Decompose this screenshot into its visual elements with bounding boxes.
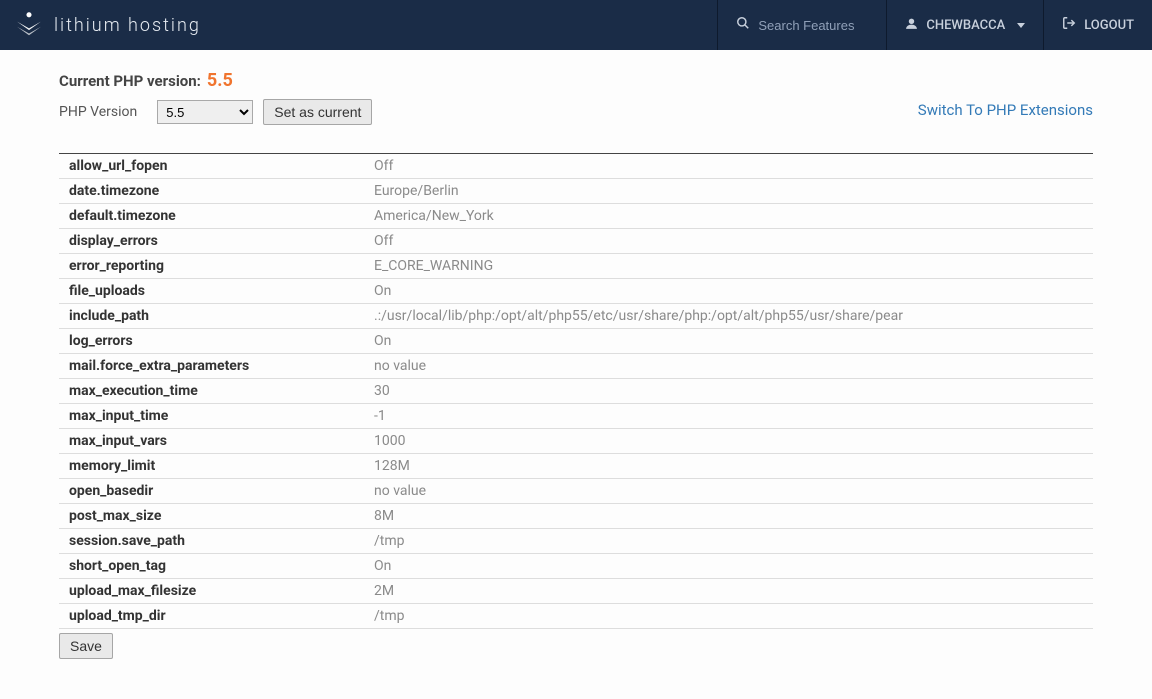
- table-row: log_errorsOn: [59, 329, 1093, 354]
- logout-label: LOGOUT: [1084, 18, 1134, 33]
- user-name: CHEWBACCA: [926, 18, 1005, 33]
- setting-value[interactable]: Off: [364, 154, 1093, 179]
- table-row: max_execution_time30: [59, 379, 1093, 404]
- table-row: memory_limit128M: [59, 454, 1093, 479]
- brand[interactable]: lithium hosting: [0, 8, 213, 42]
- setting-value[interactable]: /tmp: [364, 529, 1093, 554]
- user-icon: [905, 17, 918, 34]
- current-version-value: 5.5: [207, 70, 233, 91]
- setting-key: open_basedir: [59, 479, 364, 504]
- save-button[interactable]: Save: [59, 633, 113, 659]
- table-row: date.timezoneEurope/Berlin: [59, 179, 1093, 204]
- chevron-down-icon: [1017, 23, 1025, 28]
- setting-key: error_reporting: [59, 254, 364, 279]
- setting-value[interactable]: 8M: [364, 504, 1093, 529]
- topbar: lithium hosting CHEWBACCA LOGOUT: [0, 0, 1152, 50]
- set-current-button[interactable]: Set as current: [263, 99, 372, 125]
- setting-key: include_path: [59, 304, 364, 329]
- setting-value[interactable]: On: [364, 279, 1093, 304]
- setting-value[interactable]: no value: [364, 479, 1093, 504]
- setting-value[interactable]: 1000: [364, 429, 1093, 454]
- table-row: display_errorsOff: [59, 229, 1093, 254]
- table-row: file_uploadsOn: [59, 279, 1093, 304]
- setting-value[interactable]: On: [364, 554, 1093, 579]
- current-version-row: Current PHP version: 5.5: [59, 70, 1093, 91]
- table-row: upload_max_filesize2M: [59, 579, 1093, 604]
- table-row: default.timezoneAmerica/New_York: [59, 204, 1093, 229]
- setting-value[interactable]: no value: [364, 354, 1093, 379]
- table-row: max_input_time-1: [59, 404, 1093, 429]
- user-menu[interactable]: CHEWBACCA: [886, 0, 1043, 50]
- setting-value[interactable]: E_CORE_WARNING: [364, 254, 1093, 279]
- setting-value[interactable]: .:/usr/local/lib/php:/opt/alt/php55/etc/…: [364, 304, 1093, 329]
- setting-value[interactable]: America/New_York: [364, 204, 1093, 229]
- setting-value[interactable]: /tmp: [364, 604, 1093, 629]
- version-label: PHP Version: [59, 104, 147, 120]
- table-row: short_open_tagOn: [59, 554, 1093, 579]
- logout-icon: [1062, 16, 1076, 34]
- brand-text: lithium hosting: [54, 15, 201, 36]
- setting-key: upload_tmp_dir: [59, 604, 364, 629]
- setting-key: short_open_tag: [59, 554, 364, 579]
- setting-key: session.save_path: [59, 529, 364, 554]
- setting-key: default.timezone: [59, 204, 364, 229]
- setting-key: max_execution_time: [59, 379, 364, 404]
- setting-value[interactable]: Off: [364, 229, 1093, 254]
- search-input[interactable]: [758, 18, 868, 33]
- setting-value[interactable]: 128M: [364, 454, 1093, 479]
- setting-key: mail.force_extra_parameters: [59, 354, 364, 379]
- search-icon: [736, 16, 750, 34]
- table-row: session.save_path/tmp: [59, 529, 1093, 554]
- table-row: mail.force_extra_parametersno value: [59, 354, 1093, 379]
- current-version-label: Current PHP version:: [59, 72, 201, 90]
- logout-button[interactable]: LOGOUT: [1043, 0, 1152, 50]
- setting-key: memory_limit: [59, 454, 364, 479]
- setting-value[interactable]: 30: [364, 379, 1093, 404]
- settings-table: allow_url_fopenOffdate.timezoneEurope/Be…: [59, 153, 1093, 629]
- logo-icon: [12, 8, 46, 42]
- table-row: open_basedirno value: [59, 479, 1093, 504]
- switch-extensions-link[interactable]: Switch To PHP Extensions: [918, 101, 1093, 119]
- table-row: upload_tmp_dir/tmp: [59, 604, 1093, 629]
- setting-key: file_uploads: [59, 279, 364, 304]
- setting-key: upload_max_filesize: [59, 579, 364, 604]
- setting-value[interactable]: Europe/Berlin: [364, 179, 1093, 204]
- table-row: max_input_vars1000: [59, 429, 1093, 454]
- setting-key: log_errors: [59, 329, 364, 354]
- version-select-row: PHP Version 5.5 Set as current Switch To…: [59, 99, 1093, 125]
- setting-key: max_input_time: [59, 404, 364, 429]
- setting-key: display_errors: [59, 229, 364, 254]
- table-row: error_reportingE_CORE_WARNING: [59, 254, 1093, 279]
- setting-value[interactable]: 2M: [364, 579, 1093, 604]
- setting-key: date.timezone: [59, 179, 364, 204]
- setting-key: max_input_vars: [59, 429, 364, 454]
- setting-key: post_max_size: [59, 504, 364, 529]
- setting-key: allow_url_fopen: [59, 154, 364, 179]
- setting-value[interactable]: -1: [364, 404, 1093, 429]
- table-row: include_path.:/usr/local/lib/php:/opt/al…: [59, 304, 1093, 329]
- version-select[interactable]: 5.5: [157, 100, 253, 124]
- setting-value[interactable]: On: [364, 329, 1093, 354]
- main-content: Current PHP version: 5.5 PHP Version 5.5…: [35, 50, 1117, 699]
- table-row: allow_url_fopenOff: [59, 154, 1093, 179]
- search-box[interactable]: [717, 0, 886, 50]
- topbar-right: CHEWBACCA LOGOUT: [717, 0, 1152, 50]
- table-row: post_max_size8M: [59, 504, 1093, 529]
